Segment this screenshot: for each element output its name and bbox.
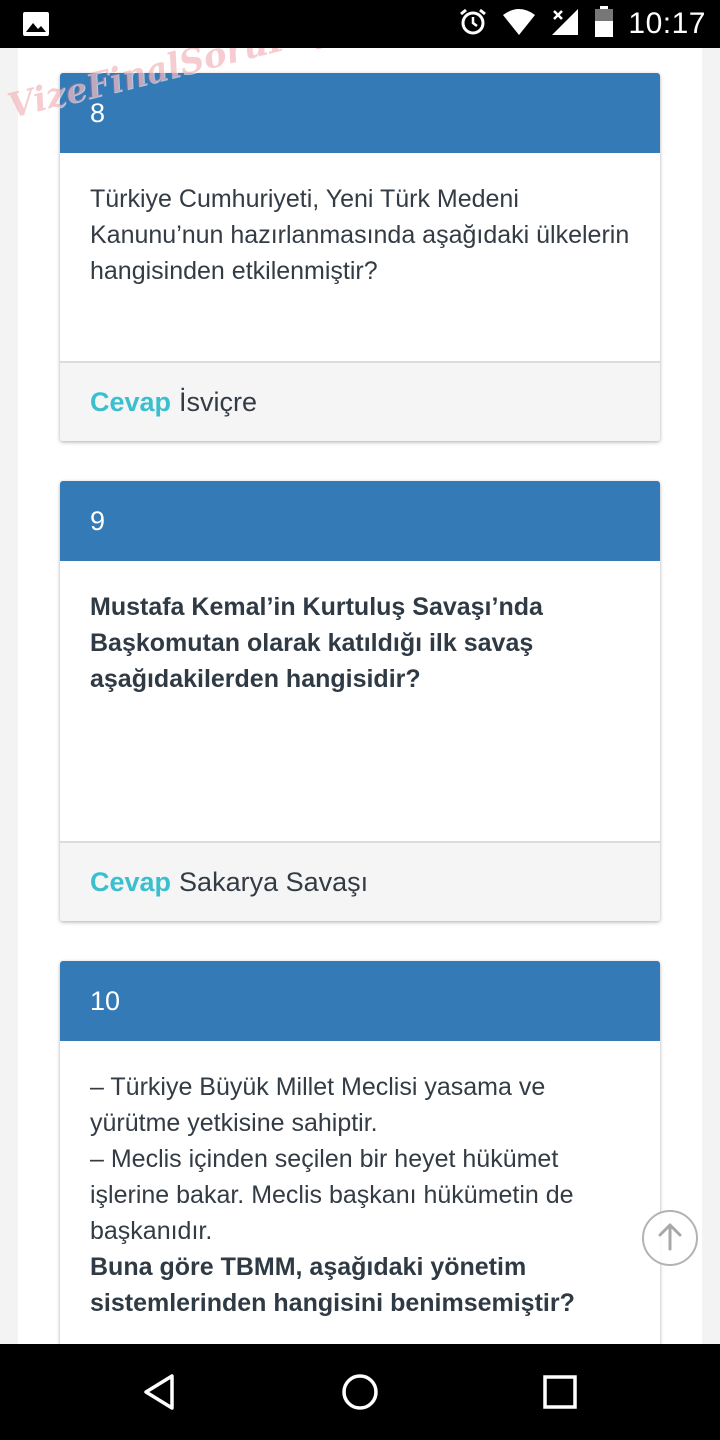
wifi-icon — [502, 8, 536, 41]
question-number: 10 — [90, 985, 121, 1016]
premise-line: – Türkiye Büyük Millet Meclisi yasama ve… — [90, 1073, 546, 1137]
alarm-icon — [458, 7, 488, 42]
question-body: – Türkiye Büyük Millet Meclisi yasama ve… — [60, 1041, 660, 1321]
question-number-header: 9 — [60, 481, 660, 561]
question-text: Buna göre TBMM, aşağıdaki yönetim sistem… — [90, 1253, 575, 1317]
question-body: Mustafa Kemal’in Kurtuluş Savaşı’nda Baş… — [60, 561, 660, 697]
premise-line: – Meclis içinden seçilen bir heyet hüküm… — [90, 1145, 574, 1245]
question-number: 8 — [90, 97, 106, 128]
content-area[interactable]: 8 Türkiye Cumhuriyeti, Yeni Türk Medeni … — [0, 48, 720, 1344]
image-icon — [22, 11, 50, 37]
status-icons: 10:17 — [458, 0, 706, 48]
scroll-to-top-button[interactable] — [642, 1210, 698, 1266]
question-card: 8 Türkiye Cumhuriyeti, Yeni Türk Medeni … — [60, 73, 660, 441]
question-number: 9 — [90, 505, 106, 536]
answer-text: İsviçre — [179, 386, 258, 417]
signal-icon — [550, 7, 580, 42]
arrow-up-icon — [653, 1219, 687, 1258]
answer-label: Cevap — [90, 386, 172, 417]
screen: 10:17 8 Türkiye Cumhuriyeti, Yeni Türk M… — [0, 0, 720, 1440]
back-icon[interactable] — [140, 1372, 180, 1412]
question-number-header: 10 — [60, 961, 660, 1041]
answer-footer: Cevap Sakarya Savaşı — [60, 841, 660, 921]
question-text: Mustafa Kemal’in Kurtuluş Savaşı’nda Baş… — [90, 593, 543, 693]
recents-icon[interactable] — [540, 1372, 580, 1412]
question-number-header: 8 — [60, 73, 660, 153]
question-card: 10 – Türkiye Büyük Millet Meclisi yasama… — [60, 961, 660, 1344]
answer-text: Sakarya Savaşı — [179, 866, 369, 897]
answer-footer: Cevap İsviçre — [60, 361, 660, 441]
answer-label: Cevap — [90, 866, 172, 897]
battery-icon — [594, 5, 614, 43]
clock-time: 10:17 — [628, 7, 706, 40]
navigation-bar — [0, 1344, 720, 1440]
status-bar: 10:17 — [0, 0, 720, 48]
question-text: Türkiye Cumhuriyeti, Yeni Türk Medeni Ka… — [90, 185, 630, 285]
home-icon[interactable] — [340, 1372, 380, 1412]
question-body: Türkiye Cumhuriyeti, Yeni Türk Medeni Ka… — [60, 153, 660, 289]
question-card: 9 Mustafa Kemal’in Kurtuluş Savaşı’nda B… — [60, 481, 660, 921]
